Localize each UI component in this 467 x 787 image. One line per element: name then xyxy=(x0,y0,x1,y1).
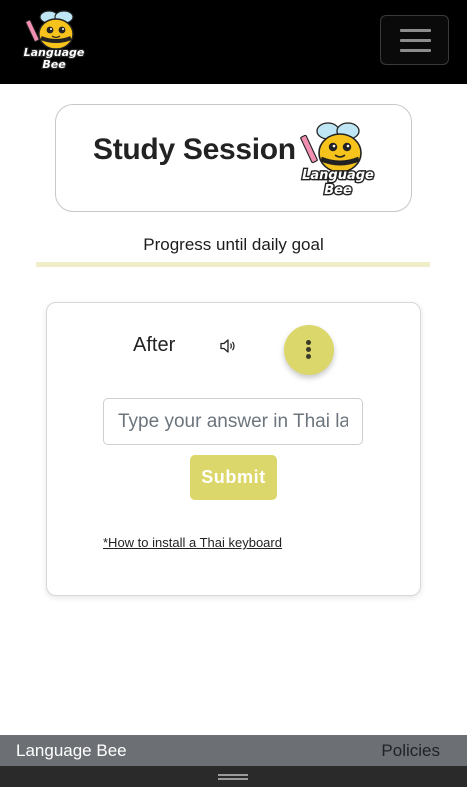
svg-text:Language: Language xyxy=(302,168,374,183)
hamburger-menu-icon xyxy=(400,29,431,32)
drag-handle-icon[interactable] xyxy=(218,774,248,776)
options-menu-button[interactable] xyxy=(284,325,334,375)
progress-label: Progress until daily goal xyxy=(143,235,324,254)
flashcard: After Submit *How to install a Thai keyb… xyxy=(46,302,421,596)
hamburger-bar xyxy=(400,49,431,52)
language-bee-logo: Language Bee xyxy=(298,119,378,201)
language-bee-logo[interactable]: Language Bee xyxy=(22,8,86,74)
speaker-icon[interactable] xyxy=(219,338,237,354)
top-navbar: Language Bee xyxy=(0,0,467,84)
navbar-toggle-button[interactable] xyxy=(380,15,449,65)
hamburger-bar xyxy=(400,39,431,42)
prompt-word: After xyxy=(133,334,176,356)
thai-keyboard-help-link[interactable]: *How to install a Thai keyboard xyxy=(103,535,282,550)
answer-input[interactable] xyxy=(103,398,363,445)
submit-button[interactable]: Submit xyxy=(190,455,277,500)
policies-link[interactable]: Policies xyxy=(381,741,440,761)
svg-text:Bee: Bee xyxy=(42,58,66,71)
footer: Language Bee Policies xyxy=(0,735,467,766)
drag-handle-line xyxy=(218,778,248,780)
footer-brand: Language Bee xyxy=(16,741,127,760)
bottom-handle-bar xyxy=(0,766,467,787)
daily-goal-progress-bar xyxy=(36,262,430,267)
study-session-header: Study Session Language Bee xyxy=(55,104,412,212)
page-title: Study Session xyxy=(93,133,296,166)
svg-text:Bee: Bee xyxy=(324,183,352,198)
